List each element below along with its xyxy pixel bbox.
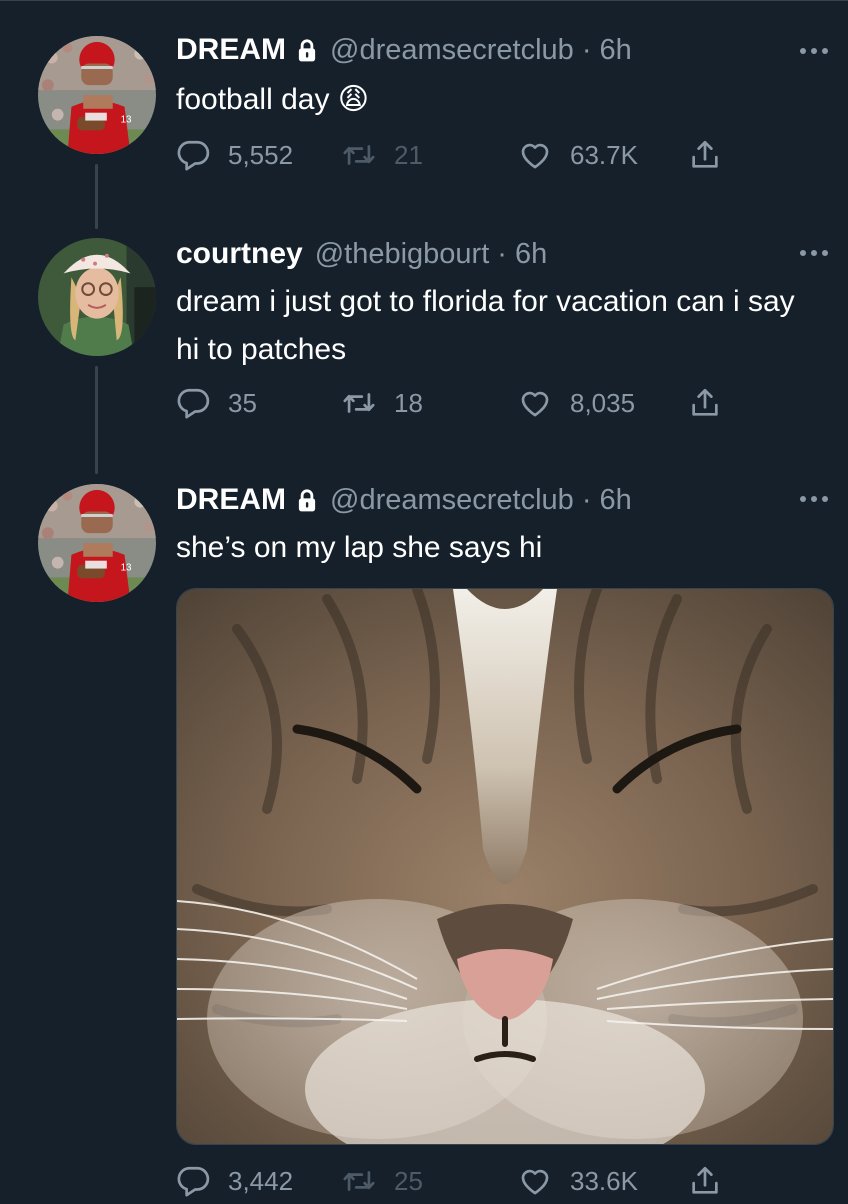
separator: · [581, 33, 592, 66]
retweet-button[interactable]: 21 [342, 138, 423, 172]
reply-count: 3,442 [228, 1165, 294, 1196]
more-icon[interactable] [800, 250, 828, 256]
tweet-header: courtney @thebigbourt · 6h [176, 236, 547, 272]
display-name[interactable]: DREAM [176, 33, 286, 67]
like-count: 33.6K [570, 1165, 638, 1196]
tweet-text: dream i just got to florida for vacation… [176, 285, 795, 366]
reply-count: 5,552 [228, 139, 294, 170]
tweet-actions: 3,442 25 33.6K [176, 1164, 776, 1204]
retweet-icon [342, 386, 376, 420]
lock-icon [294, 487, 320, 513]
timestamp[interactable]: 6h [515, 238, 547, 271]
tweet-actions: 5,552 21 63.7K [176, 138, 776, 178]
like-button[interactable]: 8,035 [518, 386, 635, 420]
football-player-avatar [38, 36, 156, 154]
retweet-count: 25 [394, 1165, 423, 1196]
share-button[interactable] [688, 386, 740, 420]
more-icon[interactable] [800, 496, 828, 502]
like-button[interactable]: 63.7K [518, 138, 638, 172]
username[interactable]: @dreamsecretclub [330, 484, 574, 517]
timestamp[interactable]: 6h [599, 34, 631, 67]
avatar[interactable] [38, 238, 156, 356]
separator: · [497, 237, 507, 270]
share-icon [688, 138, 722, 172]
share-icon [688, 386, 722, 420]
retweet-count: 21 [394, 139, 423, 170]
woman-bucket-hat-avatar [38, 238, 156, 356]
reply-icon [176, 386, 210, 420]
like-count: 63.7K [570, 139, 638, 170]
tweet-text: she’s on my lap she says hi [176, 531, 543, 564]
tweet-actions: 35 18 8,035 [176, 386, 776, 426]
avatar[interactable] [38, 484, 156, 602]
display-name[interactable]: courtney [176, 237, 303, 271]
football-player-avatar [38, 484, 156, 602]
heart-icon [518, 138, 552, 172]
more-icon[interactable] [800, 48, 828, 54]
retweet-count: 18 [394, 387, 423, 418]
cat-image [177, 589, 833, 1144]
timestamp[interactable]: 6h [599, 484, 631, 517]
like-count: 8,035 [570, 387, 636, 418]
reply-icon [176, 1164, 210, 1198]
username[interactable]: @dreamsecretclub [330, 34, 574, 67]
tweet[interactable]: DREAM @dreamsecretclub · 6h football day… [0, 0, 848, 229]
lock-icon [294, 37, 320, 63]
share-button[interactable] [688, 138, 740, 172]
tweet-header: DREAM @dreamsecretclub · 6h [176, 482, 632, 518]
display-name[interactable]: DREAM [176, 483, 286, 517]
reply-button[interactable]: 35 [176, 386, 257, 420]
retweet-button[interactable]: 25 [342, 1164, 423, 1198]
cat-photo[interactable] [176, 588, 834, 1145]
thread-line [95, 366, 98, 474]
retweet-icon [342, 1164, 376, 1198]
avatar[interactable] [38, 36, 156, 154]
tweet-text: football day 😩 [176, 83, 370, 116]
separator: · [581, 483, 592, 516]
tweet-header: DREAM @dreamsecretclub · 6h [176, 32, 632, 68]
retweet-icon [342, 138, 376, 172]
share-button[interactable] [688, 1164, 740, 1198]
reply-button[interactable]: 5,552 [176, 138, 293, 172]
like-button[interactable]: 33.6K [518, 1164, 638, 1198]
share-icon [688, 1164, 722, 1198]
tweet[interactable]: courtney @thebigbourt · 6h dream i just … [0, 220, 848, 480]
reply-count: 35 [228, 387, 257, 418]
username[interactable]: @thebigbourt [315, 238, 490, 271]
heart-icon [518, 386, 552, 420]
reply-button[interactable]: 3,442 [176, 1164, 293, 1198]
reply-icon [176, 138, 210, 172]
heart-icon [518, 1164, 552, 1198]
retweet-button[interactable]: 18 [342, 386, 423, 420]
